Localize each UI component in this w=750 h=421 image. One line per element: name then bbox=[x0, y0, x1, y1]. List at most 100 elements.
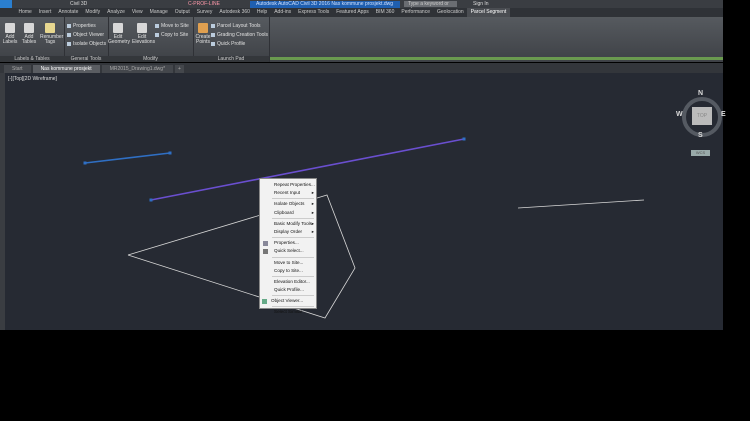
add-labels-button[interactable]: Add Labels bbox=[0, 23, 20, 45]
sign-in-button[interactable]: Sign In bbox=[473, 1, 489, 7]
new-tab-button[interactable]: + bbox=[175, 65, 184, 73]
layer-dropdown[interactable]: C-PROF-LINE bbox=[188, 1, 246, 7]
properties-icon bbox=[67, 23, 71, 28]
tab-manage[interactable]: Manage bbox=[146, 8, 171, 17]
edit-elevations-icon bbox=[137, 23, 147, 33]
isolate-objects-button[interactable]: Isolate Objects bbox=[67, 40, 106, 49]
tab-help[interactable]: Help bbox=[253, 8, 270, 17]
compass-east[interactable]: E bbox=[721, 111, 726, 118]
drawing-geometry bbox=[83, 137, 645, 319]
drawing-canvas[interactable] bbox=[5, 73, 723, 330]
menu-item-quick-select[interactable]: Quick Select... bbox=[260, 247, 316, 255]
submenu-arrow-icon: ▸ bbox=[311, 190, 314, 196]
tab-featured-apps[interactable]: Featured Apps bbox=[333, 8, 373, 17]
grading-creation-tools-button[interactable]: Grading Creation Tools bbox=[211, 31, 268, 40]
menu-item-clipboard[interactable]: Clipboard ▸ bbox=[260, 209, 316, 217]
grip[interactable] bbox=[462, 137, 466, 141]
ribbon-tabs: Home Insert Annotate Modify Analyze View… bbox=[0, 8, 723, 17]
grip[interactable] bbox=[149, 198, 153, 202]
properties-button[interactable]: Properties bbox=[67, 22, 96, 31]
menu-item-display-order[interactable]: Display Order ▸ bbox=[260, 228, 316, 236]
panel-launch-pad: Create Points Parcel Layout Tools Gradin… bbox=[193, 17, 270, 62]
menu-separator bbox=[272, 198, 314, 200]
add-tables-button[interactable]: Add Tables bbox=[19, 23, 39, 45]
tab-geolocation[interactable]: Geolocation bbox=[434, 8, 468, 17]
move-to-site-button[interactable]: Move to Site bbox=[155, 22, 189, 31]
viewcube-top-face[interactable]: TOP bbox=[692, 107, 712, 125]
copy-to-site-button[interactable]: Copy to Site bbox=[155, 31, 188, 40]
workspace-dropdown[interactable]: Civil 3D bbox=[70, 1, 130, 7]
edit-geometry-button[interactable]: Edit Geometry bbox=[108, 23, 130, 45]
table-icon bbox=[24, 23, 34, 33]
tab-express-tools[interactable]: Express Tools bbox=[295, 8, 333, 17]
app-logo-icon[interactable] bbox=[0, 0, 12, 8]
file-tab-drawing1[interactable]: MR2015_Drawing1.dwg* bbox=[101, 65, 174, 73]
selected-line[interactable] bbox=[84, 152, 171, 164]
tab-autodesk-360[interactable]: Autodesk 360 bbox=[216, 8, 254, 17]
tab-performance[interactable]: Performance bbox=[398, 8, 434, 17]
file-tabs: Start Nas kommune prosjekt MR2015_Drawin… bbox=[0, 63, 723, 73]
move-icon bbox=[155, 23, 159, 28]
label-icon bbox=[5, 23, 15, 33]
wcs-menu[interactable]: WCS bbox=[691, 150, 710, 156]
ribbon: Add Labels Add Tables Renumber Tags Labe… bbox=[0, 17, 723, 62]
file-tab-nas-kommune[interactable]: Nas kommune prosjekt bbox=[32, 65, 100, 73]
tab-modify[interactable]: Modify bbox=[82, 8, 104, 17]
panel-modify: Edit Geometry Edit Elevations Move to Si… bbox=[108, 17, 194, 62]
panel-label[interactable]: General Tools bbox=[64, 56, 108, 62]
grip[interactable] bbox=[168, 151, 172, 155]
menu-item-elevation-editor[interactable]: Elevation Editor... bbox=[260, 278, 316, 286]
parcel-layout-tools-button[interactable]: Parcel Layout Tools bbox=[211, 22, 261, 31]
tab-parcel-segment[interactable]: Parcel Segment bbox=[467, 8, 510, 17]
tab-view[interactable]: View bbox=[128, 8, 146, 17]
menu-item-object-viewer[interactable]: Object Viewer... bbox=[260, 297, 316, 305]
points-icon bbox=[198, 23, 208, 33]
tab-annotate[interactable]: Annotate bbox=[55, 8, 82, 17]
viewport-controls[interactable]: [-][Top][2D Wireframe] bbox=[8, 76, 57, 82]
line[interactable] bbox=[517, 199, 645, 209]
menu-item-repeat-properties[interactable]: Repeat Properties... bbox=[260, 181, 316, 189]
menu-item-quick-profile[interactable]: Quick Profile... bbox=[260, 286, 316, 294]
copy-icon bbox=[155, 32, 159, 37]
tab-home[interactable]: Home bbox=[15, 8, 35, 17]
file-tab-start[interactable]: Start bbox=[4, 65, 31, 73]
title-bar: Civil 3D C-PROF-LINE Autodesk AutoCAD Ci… bbox=[0, 0, 723, 13]
viewer-icon bbox=[67, 32, 71, 37]
submenu-arrow-icon: ▸ bbox=[311, 201, 314, 207]
search-input[interactable]: Type a keyword or phrase bbox=[404, 1, 457, 13]
profile-icon bbox=[211, 41, 215, 46]
menu-item-isolate-objects[interactable]: Isolate Objects ▸ bbox=[260, 200, 316, 208]
menu-separator bbox=[272, 275, 314, 277]
grip[interactable] bbox=[83, 161, 87, 165]
tab-output[interactable]: Output bbox=[171, 8, 193, 17]
context-menu: Repeat Properties... Recent Input ▸ Isola… bbox=[259, 178, 317, 314]
tab-analyze[interactable]: Analyze bbox=[104, 8, 129, 17]
tab-survey[interactable]: Survey bbox=[193, 8, 216, 17]
compass-north[interactable]: N bbox=[698, 90, 703, 97]
compass-south[interactable]: S bbox=[698, 132, 703, 139]
edit-elevations-button[interactable]: Edit Elevations bbox=[132, 23, 155, 45]
object-viewer-button[interactable]: Object Viewer bbox=[67, 31, 104, 40]
menu-separator bbox=[272, 256, 314, 258]
panel-general-tools: Properties Object Viewer Isolate Objects… bbox=[64, 17, 109, 62]
parcel-icon bbox=[211, 23, 215, 28]
tab-bim-360[interactable]: BIM 360 bbox=[372, 8, 398, 17]
submenu-arrow-icon: ▸ bbox=[311, 228, 314, 234]
tab-add-ins[interactable]: Add-ins bbox=[271, 8, 295, 17]
menu-item-recent-input[interactable]: Recent Input ▸ bbox=[260, 189, 316, 197]
submenu-arrow-icon: ▸ bbox=[311, 220, 314, 226]
menu-item-copy-to-site[interactable]: Copy to Site... bbox=[260, 267, 316, 275]
tab-insert[interactable]: Insert bbox=[35, 8, 55, 17]
compass-west[interactable]: W bbox=[676, 111, 683, 118]
viewcube[interactable]: TOP N S W E bbox=[676, 90, 726, 140]
menu-item-basic-modify-tools[interactable]: Basic Modify Tools ▸ bbox=[260, 220, 316, 228]
submenu-arrow-icon: ▸ bbox=[311, 209, 314, 215]
polygon-outline[interactable] bbox=[127, 194, 356, 319]
menu-item-move-to-site[interactable]: Move to Site... bbox=[260, 259, 316, 267]
create-points-button[interactable]: Create Points bbox=[193, 23, 213, 45]
renumber-tags-button[interactable]: Renumber Tags bbox=[40, 23, 63, 45]
quick-profile-button[interactable]: Quick Profile bbox=[211, 40, 245, 49]
menu-item-properties[interactable]: Properties... bbox=[260, 239, 316, 247]
menu-separator bbox=[272, 217, 314, 219]
menu-item-select-similar[interactable]: Select Similar bbox=[260, 308, 316, 316]
